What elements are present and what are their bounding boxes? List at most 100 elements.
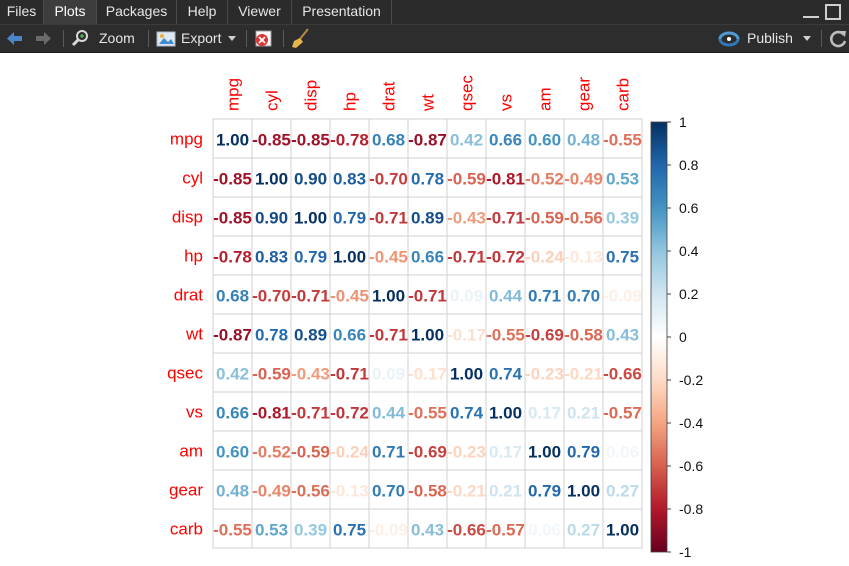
publish-button[interactable]: Publish <box>718 25 814 52</box>
row-label: cyl <box>182 169 203 188</box>
correlation-value: -0.13 <box>330 482 369 501</box>
correlation-value: -0.59 <box>252 365 291 384</box>
correlation-value: -0.87 <box>408 131 447 150</box>
correlation-value: 0.83 <box>333 170 366 189</box>
correlation-value: 0.17 <box>489 443 522 462</box>
tab-files[interactable]: Files <box>0 0 44 24</box>
correlation-value: 0.44 <box>489 287 523 306</box>
export-menu-button[interactable]: Export <box>156 25 240 52</box>
toolbar-divider <box>63 30 64 47</box>
correlation-value: -0.66 <box>447 521 486 540</box>
correlation-value: 0.44 <box>372 404 406 423</box>
zoom-icon <box>71 30 88 47</box>
correlation-value: -0.55 <box>408 404 447 423</box>
correlation-value: 0.70 <box>567 287 600 306</box>
correlation-value: -0.57 <box>603 404 642 423</box>
correlation-value: 0.83 <box>255 248 288 267</box>
column-label: gear <box>575 77 594 111</box>
correlation-value: 0.21 <box>489 482 522 501</box>
correlation-value: -0.69 <box>525 326 564 345</box>
tab-help[interactable]: Help <box>177 0 228 24</box>
correlation-value: 0.17 <box>528 404 561 423</box>
correlation-value: 0.66 <box>489 131 522 150</box>
column-label: disp <box>302 80 321 111</box>
minimize-pane-icon[interactable] <box>803 4 819 18</box>
column-label: cyl <box>263 90 282 111</box>
correlation-plot: mpg cyl disp hp drat wt qsec vs am gear carb mpg cyl… <box>167 75 703 560</box>
correlation-value: -0.52 <box>525 170 564 189</box>
row-label: wt <box>185 325 203 344</box>
remove-plot-button[interactable] <box>253 25 275 52</box>
correlation-value: 0.42 <box>450 131 483 150</box>
correlation-value: -0.69 <box>408 443 447 462</box>
correlation-value: -0.24 <box>525 248 564 267</box>
refresh-plot-button[interactable] <box>828 25 848 52</box>
export-label: Export <box>181 30 222 46</box>
correlation-value: 0.43 <box>606 326 639 345</box>
clear-all-plots-button[interactable] <box>291 25 313 52</box>
colorbar-tick-label: 0.6 <box>679 200 699 216</box>
correlation-value: 1.00 <box>333 248 366 267</box>
correlation-value: -0.59 <box>291 443 330 462</box>
colorbar-tick-label: 0 <box>679 329 687 345</box>
correlation-value: 1.00 <box>528 443 561 462</box>
tab-presentation[interactable]: Presentation <box>292 0 392 24</box>
maximize-pane-icon[interactable] <box>825 4 841 20</box>
colorbar-tick-label: 0.2 <box>679 286 699 302</box>
correlation-value: -0.70 <box>252 287 291 306</box>
correlation-value: 0.71 <box>528 287 561 306</box>
correlation-value: -0.72 <box>330 404 369 423</box>
correlation-value: -0.70 <box>369 170 408 189</box>
correlation-value: 0.90 <box>294 170 327 189</box>
correlation-value: 0.79 <box>294 248 327 267</box>
correlation-value: 0.66 <box>411 248 444 267</box>
correlation-value: -0.45 <box>330 287 369 306</box>
zoom-label: Zoom <box>99 30 135 46</box>
correlation-value: 0.74 <box>450 404 484 423</box>
correlation-value: -0.71 <box>330 365 369 384</box>
colorbar-tick-label: -1 <box>679 544 692 560</box>
correlation-value: -0.13 <box>564 248 603 267</box>
colorbar-tick-label: 1 <box>679 114 687 130</box>
correlation-value: -0.56 <box>564 209 603 228</box>
correlation-value: 0.79 <box>528 482 561 501</box>
correlation-value: 1.00 <box>411 326 444 345</box>
tab-packages[interactable]: Packages <box>97 0 177 24</box>
column-label: mpg <box>224 78 243 111</box>
back-arrow-icon[interactable] <box>4 25 26 52</box>
correlation-value: -0.71 <box>369 209 408 228</box>
colorbar-tick-label: 0.4 <box>679 243 699 259</box>
row-label: hp <box>184 247 203 266</box>
correlation-value: 0.89 <box>294 326 327 345</box>
row-label: qsec <box>167 364 203 383</box>
correlation-value: 0.06 <box>606 443 639 462</box>
correlation-value: -0.43 <box>291 365 330 384</box>
row-label: disp <box>172 208 203 227</box>
correlation-value: 0.79 <box>333 209 366 228</box>
column-label: qsec <box>458 75 477 111</box>
tab-plots[interactable]: Plots <box>44 0 97 24</box>
correlation-value: -0.71 <box>408 287 447 306</box>
correlation-value: 1.00 <box>567 482 600 501</box>
correlation-value: -0.85 <box>252 131 291 150</box>
forward-arrow-icon[interactable] <box>34 25 56 52</box>
zoom-button[interactable]: Zoom <box>71 25 141 52</box>
correlation-value: -0.55 <box>603 131 642 150</box>
colorbar-tick-label: -0.2 <box>679 372 703 388</box>
plot-viewer: mpg cyl disp hp drat wt qsec vs am gear carb mpg cyl… <box>0 53 849 561</box>
correlation-value: 0.78 <box>411 170 444 189</box>
broom-icon <box>292 28 309 48</box>
correlation-value: 0.09 <box>450 287 483 306</box>
chevron-down-icon <box>803 36 811 41</box>
row-label: am <box>179 442 203 461</box>
correlation-value: 0.75 <box>333 521 366 540</box>
correlation-value: 0.89 <box>411 209 444 228</box>
toolbar-divider <box>821 30 822 47</box>
correlation-value: -0.55 <box>486 326 525 345</box>
correlation-value: 0.68 <box>216 287 249 306</box>
tab-viewer[interactable]: Viewer <box>228 0 292 24</box>
correlation-value: -0.45 <box>369 248 408 267</box>
correlation-value: 0.21 <box>567 404 600 423</box>
column-label: carb <box>614 78 633 111</box>
correlation-value: 1.00 <box>489 404 522 423</box>
